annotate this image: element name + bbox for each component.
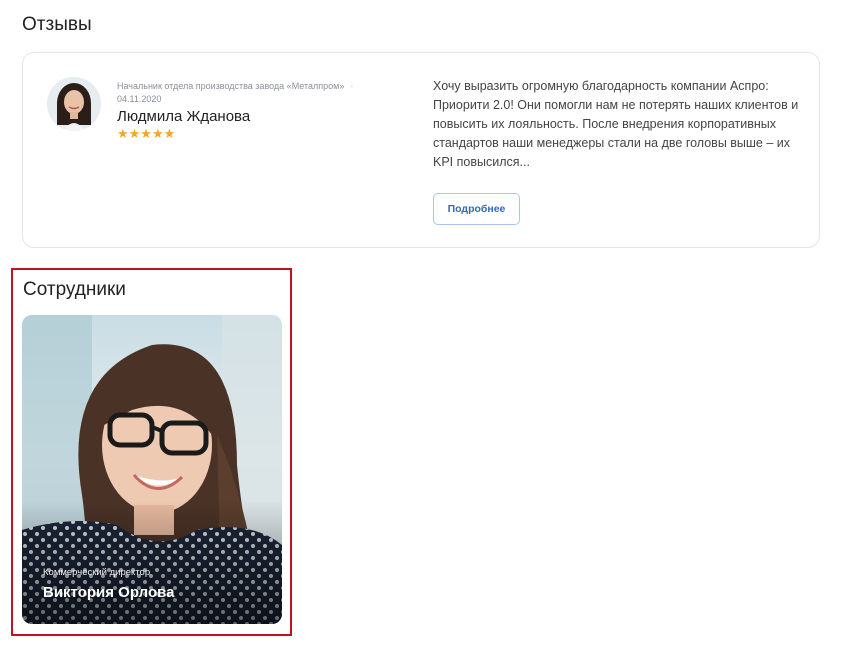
review-card: Начальник отдела производства завода «Ме… — [22, 52, 820, 248]
meta-separator: · — [350, 81, 354, 91]
more-button[interactable]: Подробнее — [433, 193, 520, 225]
employee-role: Коммерческий директор — [43, 567, 151, 578]
star-icon: ★★★★★ — [117, 126, 176, 141]
rating-stars: ★★★★★ — [117, 127, 175, 140]
staff-section-title: Сотрудники — [23, 279, 126, 300]
review-date: 04.11.2020 — [117, 94, 162, 104]
reviewer-position: Начальник отдела производства завода «Ме… — [117, 81, 345, 91]
reviewer-name: Людмила Жданова — [117, 108, 251, 125]
reviewer-avatar — [47, 77, 101, 131]
employee-card[interactable]: Коммерческий директор Виктория Орлова — [22, 315, 282, 624]
employee-name: Виктория Орлова — [43, 584, 175, 601]
review-meta: Начальник отдела производства завода «Ме… — [117, 80, 353, 106]
reviews-section-title: Отзывы — [22, 14, 92, 35]
review-text: Хочу выразить огромную благодарность ком… — [433, 79, 799, 169]
